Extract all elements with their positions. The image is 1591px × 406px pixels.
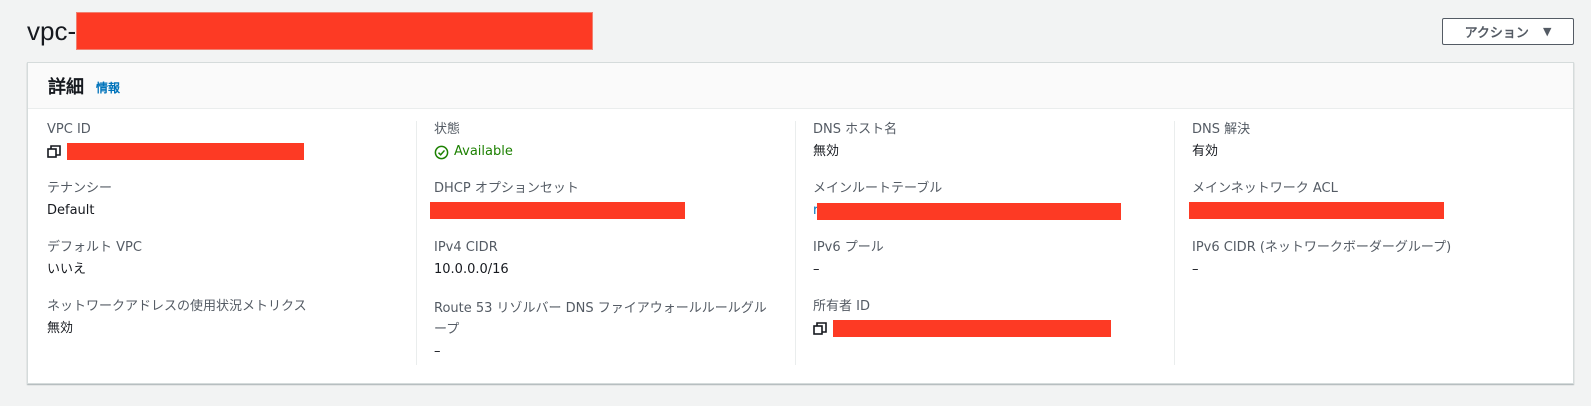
state-value: Available xyxy=(434,143,513,161)
main-route-table-value[interactable]: r xyxy=(813,202,1122,220)
page-title: vpc- xyxy=(27,12,594,50)
redacted-main-network-acl xyxy=(1189,202,1444,219)
redacted-owner-id xyxy=(833,320,1111,337)
ipv4-cidr-value: 10.0.0.0/16 xyxy=(434,262,509,277)
main-network-acl-value[interactable] xyxy=(1189,202,1444,219)
tenancy-value: Default xyxy=(47,203,95,218)
actions-dropdown-button[interactable]: アクション ▼ xyxy=(1442,18,1574,45)
owner-id-value xyxy=(813,320,1111,337)
redacted-vpc-id xyxy=(76,12,594,50)
details-column-1: VPC ID テナンシー Default デフォルト VPC いいえ ネットワー… xyxy=(47,121,407,365)
check-circle-icon xyxy=(434,145,449,159)
field-dns-hostnames: DNS ホスト名 無効 xyxy=(813,121,897,161)
network-address-metrics-value: 無効 xyxy=(47,321,74,336)
redacted-main-route-table xyxy=(817,202,1122,220)
page-title-prefix: vpc- xyxy=(27,16,77,46)
field-ipv4-cidr: IPv4 CIDR 10.0.0.0/16 xyxy=(434,239,509,279)
ipv6-cidr-border-label: IPv6 CIDR (ネットワークボーダーグループ) xyxy=(1192,240,1452,255)
dhcp-options-label: DHCP オプションセット xyxy=(434,181,579,196)
field-owner-id: 所有者 ID xyxy=(813,298,1111,337)
copy-icon[interactable] xyxy=(47,144,61,159)
info-link[interactable]: 情報 xyxy=(96,79,120,96)
copy-icon[interactable] xyxy=(813,321,827,336)
tenancy-label: テナンシー xyxy=(47,181,113,196)
main-network-acl-label: メインネットワーク ACL xyxy=(1192,181,1338,196)
main-route-table-label: メインルートテーブル xyxy=(813,181,943,196)
details-columns: VPC ID テナンシー Default デフォルト VPC いいえ ネットワー… xyxy=(28,121,1575,365)
field-dhcp-options: DHCP オプションセット xyxy=(430,180,685,219)
field-main-route-table: メインルートテーブル r xyxy=(813,180,1122,220)
dns-resolution-label: DNS 解決 xyxy=(1192,122,1251,137)
dns-hostnames-label: DNS ホスト名 xyxy=(813,122,898,137)
network-address-metrics-label: ネットワークアドレスの使用状況メトリクス xyxy=(47,299,307,314)
vpc-id-label: VPC ID xyxy=(47,122,91,137)
redacted-vpc-id-value xyxy=(67,143,304,160)
default-vpc-value: いいえ xyxy=(47,262,87,277)
field-main-network-acl: メインネットワーク ACL xyxy=(1189,180,1444,219)
field-ipv6-cidr-border: IPv6 CIDR (ネットワークボーダーグループ) – xyxy=(1192,239,1451,279)
ipv6-pool-value: – xyxy=(813,262,820,277)
details-column-3: DNS ホスト名 無効 メインルートテーブル r IPv6 プール – 所有者 … xyxy=(795,121,1174,365)
actions-button-label: アクション xyxy=(1464,26,1529,41)
details-column-4: DNS 解決 有効 メインネットワーク ACL IPv6 CIDR (ネットワー… xyxy=(1174,121,1554,365)
owner-id-label: 所有者 ID xyxy=(813,299,870,314)
ipv4-cidr-label: IPv4 CIDR xyxy=(434,240,498,255)
caret-down-icon: ▼ xyxy=(1542,25,1552,38)
field-ipv6-pool: IPv6 プール – xyxy=(813,239,884,279)
redacted-dhcp-options xyxy=(430,202,685,219)
field-dns-resolution: DNS 解決 有効 xyxy=(1192,121,1250,161)
default-vpc-label: デフォルト VPC xyxy=(47,240,142,255)
field-state: 状態 Available xyxy=(434,121,513,161)
field-route53-firewall: Route 53 リゾルバー DNS ファイアウォールルールグループ – xyxy=(434,298,779,361)
vpc-id-value xyxy=(47,143,304,160)
page-header: vpc- アクション ▼ xyxy=(0,0,1591,62)
route53-firewall-label: Route 53 リゾルバー DNS ファイアウォールルールグループ xyxy=(434,301,767,337)
dns-resolution-value: 有効 xyxy=(1192,144,1219,159)
ipv6-cidr-border-value: – xyxy=(1192,262,1199,277)
details-title: 詳細 xyxy=(48,76,84,98)
field-tenancy: テナンシー Default xyxy=(47,180,112,220)
route53-firewall-value: – xyxy=(434,344,441,359)
field-network-address-metrics: ネットワークアドレスの使用状況メトリクス 無効 xyxy=(47,298,307,338)
ipv6-pool-label: IPv6 プール xyxy=(813,240,884,255)
state-label: 状態 xyxy=(434,122,461,137)
details-panel: 詳細 情報 VPC ID テナンシー Default デフォルト VPC いいえ… xyxy=(27,62,1574,384)
field-default-vpc: デフォルト VPC いいえ xyxy=(47,239,142,279)
dhcp-options-value[interactable] xyxy=(430,202,685,219)
details-column-2: 状態 Available DHCP オプションセット IPv4 CIDR 10.… xyxy=(416,121,795,365)
state-text: Available xyxy=(454,144,513,159)
details-panel-header: 詳細 情報 xyxy=(28,63,1573,109)
field-vpc-id: VPC ID xyxy=(47,121,304,160)
dns-hostnames-value: 無効 xyxy=(813,144,840,159)
